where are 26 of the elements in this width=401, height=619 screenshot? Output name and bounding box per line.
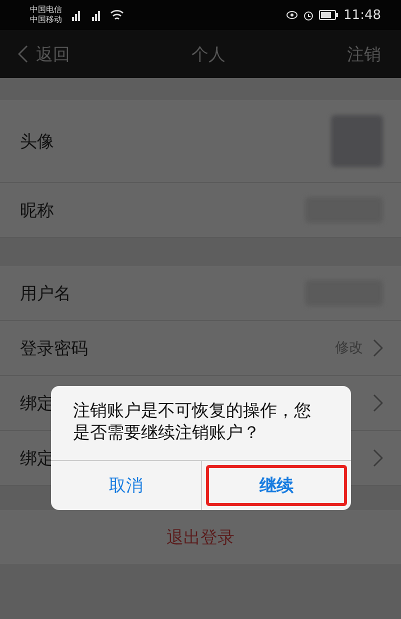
wifi-icon: [110, 9, 124, 21]
chevron-left-icon: [18, 45, 28, 63]
alarm-icon: [302, 10, 314, 20]
dialog-message: 注销账户是不可恢复的操作，您是否需要继续注销账户？: [72, 400, 312, 445]
status-time: 11:48: [344, 8, 381, 22]
back-button[interactable]: 返回: [18, 42, 70, 66]
chevron-right-icon: [373, 339, 383, 357]
deregister-button[interactable]: 注销: [347, 42, 381, 66]
eye-icon: [286, 10, 298, 20]
carrier-name: 中国电信: [30, 5, 62, 15]
settings-row[interactable]: 昵称: [0, 183, 401, 238]
logout-row[interactable]: 退出登录: [0, 510, 401, 564]
logout-text: 退出登录: [166, 526, 234, 548]
row-label: 登录密码: [20, 338, 88, 360]
row-label: 用户名: [20, 282, 71, 304]
carrier-name: 中国移动: [30, 15, 62, 25]
settings-row[interactable]: 用户名: [0, 266, 401, 321]
battery-icon: [318, 10, 339, 20]
page-title: 个人: [192, 44, 226, 66]
dialog-button[interactable]: 取消: [51, 461, 200, 510]
chevron-right-icon: [373, 394, 383, 412]
chevron-right-icon: [373, 449, 383, 467]
row-label: 昵称: [20, 200, 54, 222]
settings-row[interactable]: 头像: [0, 100, 401, 183]
blurred-avatar: [331, 115, 383, 167]
row-label: 头像: [20, 130, 54, 152]
